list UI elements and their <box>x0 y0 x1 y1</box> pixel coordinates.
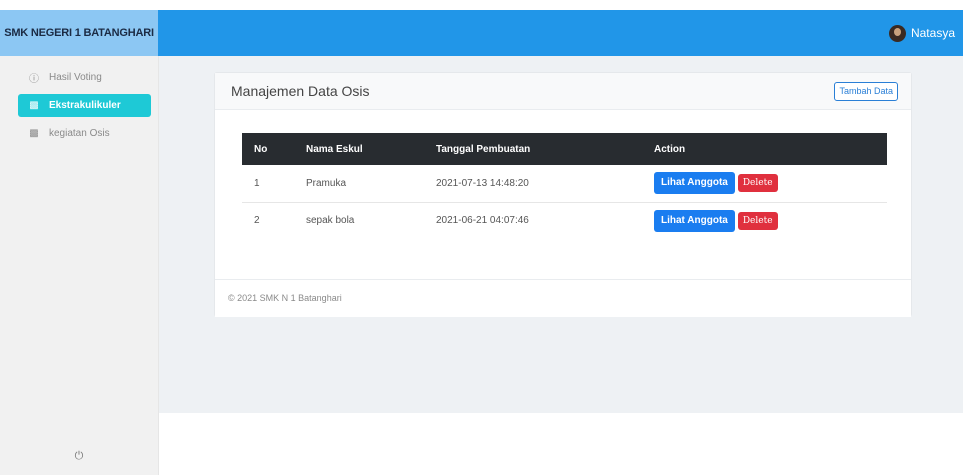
sidebar-item-label: Hasil Voting <box>49 72 102 83</box>
column-header-tanggal: Tanggal Pembuatan <box>436 143 531 155</box>
sidebar: ⓘ Hasil Voting ▩ Ekstrakulikuler ▩ kegia… <box>0 56 159 475</box>
view-members-button[interactable]: Lihat Anggota <box>654 172 735 195</box>
sidebar-item-ekstrakulikuler[interactable]: ▩ Ekstrakulikuler <box>18 94 151 117</box>
cell-no: 1 <box>254 177 260 189</box>
book-icon: ▩ <box>29 100 39 111</box>
cell-nama: Pramuka <box>306 177 347 189</box>
add-data-button[interactable]: Tambah Data <box>834 82 898 101</box>
cell-no: 2 <box>254 215 260 227</box>
book-icon: ▩ <box>29 128 39 139</box>
cell-action: Lihat Anggota Delete <box>642 165 887 202</box>
avatar[interactable] <box>888 24 906 42</box>
column-header-nama: Nama Eskul <box>306 143 363 155</box>
column-header-action: Action <box>654 143 686 155</box>
user-name[interactable]: Natasya <box>911 26 955 40</box>
eskul-table: No Nama Eskul Tanggal Pembuatan Action 1… <box>242 133 887 239</box>
cell-action: Lihat Anggota Delete <box>642 202 887 239</box>
sidebar-item-kegiatan-osis[interactable]: ▩ kegiatan Osis <box>18 122 151 145</box>
cell-tanggal: 2021-06-21 04:07:46 <box>436 215 529 227</box>
delete-button[interactable]: Delete <box>737 211 778 230</box>
user-menu[interactable]: Natasya <box>888 10 955 56</box>
card-header: Manajemen Data Osis Tambah Data <box>215 73 911 110</box>
table-row: 1 Pramuka 2021-07-13 14:48:20 Lihat Angg… <box>242 165 887 202</box>
card-footer: © 2021 SMK N 1 Batanghari <box>215 279 911 317</box>
data-card: Manajemen Data Osis Tambah Data No Nama … <box>214 72 912 317</box>
page-title: Manajemen Data Osis <box>231 83 370 99</box>
copyright-text: © 2021 SMK N 1 Batanghari <box>228 293 342 303</box>
sidebar-item-label: Ekstrakulikuler <box>49 100 121 111</box>
ballot-circle-icon: ⓘ <box>29 74 39 85</box>
brand-name[interactable]: SMK NEGERI 1 BATANGHARI <box>0 10 158 56</box>
table-header-row: No Nama Eskul Tanggal Pembuatan Action <box>242 133 887 165</box>
table-row: 2 sepak bola 2021-06-21 04:07:46 Lihat A… <box>242 202 887 239</box>
cell-tanggal: 2021-07-13 14:48:20 <box>436 177 529 189</box>
view-members-button[interactable]: Lihat Anggota <box>654 209 735 232</box>
column-header-no: No <box>254 143 268 155</box>
sidebar-item-label: kegiatan Osis <box>49 128 110 139</box>
cell-nama: sepak bola <box>306 215 355 227</box>
power-icon[interactable]: ⏻ <box>0 450 158 463</box>
top-navbar: SMK NEGERI 1 BATANGHARI Natasya <box>0 10 963 56</box>
sidebar-item-hasil-voting[interactable]: ⓘ Hasil Voting <box>18 66 151 89</box>
delete-button[interactable]: Delete <box>737 174 778 193</box>
